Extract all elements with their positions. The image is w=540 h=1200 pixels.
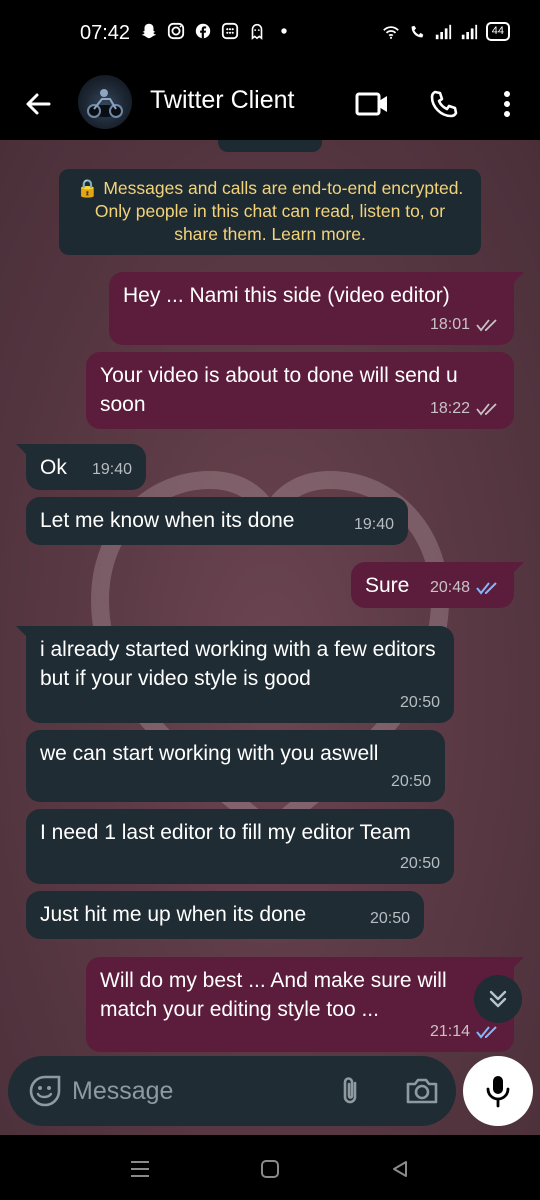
message-text: Just hit me up when its done [40,903,307,926]
message-list[interactable]: 🔒 Messages and calls are end-to-end encr… [0,140,540,1135]
signal-icon [461,24,477,39]
message-bubble[interactable]: i already started working with a few edi… [16,626,454,723]
message-input[interactable] [72,1066,322,1116]
chat-title[interactable]: Twitter Client [150,86,294,115]
message-bubble[interactable]: I need 1 last editor to fill my editor T… [26,809,454,884]
more-options-button[interactable] [487,84,527,124]
encryption-notice[interactable]: 🔒 Messages and calls are end-to-end encr… [59,169,481,255]
emoji-sticker-button[interactable] [28,1074,62,1108]
voice-call-button[interactable] [424,84,464,124]
video-call-button[interactable] [352,84,392,124]
phone-icon [430,90,458,118]
home-icon [261,1160,279,1178]
profile-photo [87,89,123,118]
scroll-to-bottom-button[interactable] [474,975,522,1023]
snapchat-icon [141,23,157,39]
read-ticks-icon [476,1025,497,1039]
emoji-sticker-icon [29,1075,61,1107]
message-time: 20:50 [399,855,440,872]
menu-icon [131,1161,149,1177]
notification-icons [140,22,293,40]
delivered-ticks-icon [476,318,497,331]
camera-icon [406,1078,438,1104]
volte-icon [411,25,424,37]
message-text: we can start working with you aswell [40,742,379,765]
wifi-icon [382,25,399,39]
dot-icon [281,28,287,34]
system-back-button[interactable] [386,1155,414,1183]
voice-message-button[interactable] [463,1056,533,1126]
encryption-notice-text: 🔒 Messages and calls are end-to-end encr… [76,178,464,244]
attach-button[interactable] [334,1074,368,1108]
message-text: I need 1 last editor to fill my editor T… [40,821,411,844]
message-time: 20:50 [390,773,431,790]
facebook-icon [195,23,211,39]
back-arrow-icon [26,93,51,115]
message-bubble[interactable]: Your video is about to done will send u … [86,352,514,429]
message-bubble[interactable]: Let me know when its done 19:40 [26,497,408,545]
date-chip [218,140,322,152]
message-bubble[interactable]: Sure 20:48 [351,562,524,608]
instagram-icon [167,22,185,40]
more-vert-icon [504,91,510,117]
message-time: 20:50 [399,694,440,711]
home-button[interactable] [256,1155,284,1183]
avatar[interactable] [78,75,132,129]
signal-icon [435,24,451,39]
message-time: 18:01 [429,316,470,333]
message-time: 19:40 [353,516,394,533]
system-icons: 44 [382,22,510,41]
message-bubble[interactable]: we can start working with you aswell 20:… [26,730,445,802]
message-time: 21:14 [429,1023,470,1040]
mic-icon [486,1076,510,1108]
message-bubble[interactable]: Just hit me up when its done 20:50 [26,891,424,939]
message-bubble[interactable]: Ok 19:40 [16,444,146,490]
message-text: Hey ... Nami this side (video editor) [123,284,450,307]
app-icon [221,22,239,40]
chat-header: Twitter Client [0,68,540,140]
message-text: Will do my best ... And make sure will m… [100,969,447,1021]
attach-icon [343,1077,357,1104]
message-composer [8,1056,456,1126]
message-bubble[interactable]: Will do my best ... And make sure will m… [86,957,524,1052]
message-text: Let me know when its done [40,509,295,532]
back-icon [393,1161,407,1177]
recent-apps-button[interactable] [126,1155,154,1183]
battery-indicator: 44 [485,22,510,41]
message-text: i already started working with a few edi… [40,638,436,690]
double-chevron-down-icon [489,990,507,1008]
back-button[interactable] [18,84,58,124]
delivered-ticks-icon [476,402,497,415]
status-time: 07:42 [80,22,131,44]
message-time: 19:40 [91,461,132,478]
ghost-icon [251,23,263,40]
message-time: 20:50 [369,910,410,927]
video-call-icon [355,92,387,116]
camera-button[interactable] [404,1074,440,1108]
status-bar: 07:42 44 [0,0,540,68]
message-bubble[interactable]: Hey ... Nami this side (video editor) 18… [109,272,524,345]
message-time: 18:22 [429,400,470,417]
read-ticks-icon [476,581,497,595]
system-nav-bar [0,1135,540,1200]
message-time: 20:48 [429,579,470,596]
